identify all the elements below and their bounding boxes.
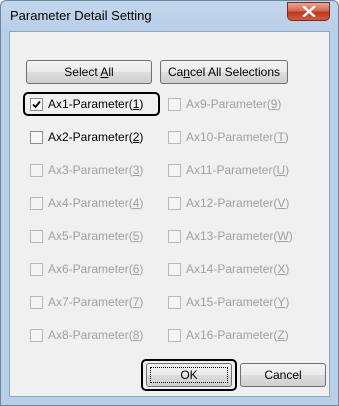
parameter-checkbox — [168, 164, 181, 177]
parameter-label: Ax8-Parameter(8) — [48, 328, 144, 342]
parameter-checkbox — [168, 131, 181, 144]
parameter-checkbox — [168, 197, 181, 210]
parameter-label: Ax1-Parameter(1) — [48, 97, 144, 111]
parameter-label: Ax13-Parameter(W) — [186, 229, 293, 243]
title-bar[interactable]: Parameter Detail Setting — [1, 1, 338, 30]
checkmark-icon — [32, 100, 41, 109]
parameter-checkbox — [30, 230, 43, 243]
parameter-label: Ax11-Parameter(U) — [186, 163, 290, 177]
cancel-label: Cancel — [264, 368, 302, 382]
parameter-label: Ax5-Parameter(5) — [48, 229, 144, 243]
parameter-label: Ax6-Parameter(6) — [48, 262, 144, 276]
parameter-checkbox — [168, 296, 181, 309]
dialog-body: Select All Cancel All Selections Ax1-Par… — [9, 31, 330, 397]
cancel-button[interactable]: Cancel — [240, 363, 326, 387]
parameter-checkbox — [30, 263, 43, 276]
cancel-all-label-pre: Ca — [167, 65, 184, 79]
parameter-checkbox — [30, 296, 43, 309]
close-icon — [302, 6, 316, 17]
cancel-all-selections-button[interactable]: Cancel All Selections — [160, 60, 288, 84]
parameter-label: Ax7-Parameter(7) — [48, 295, 144, 309]
cancel-all-label-post: cel All Selections — [189, 65, 281, 79]
parameter-label: Ax2-Parameter(2) — [48, 130, 144, 144]
select-all-label-post: ll — [108, 65, 114, 79]
parameter-label: Ax4-Parameter(4) — [48, 196, 144, 210]
parameter-checkbox[interactable] — [30, 98, 43, 111]
select-all-label-pre: Select — [64, 65, 101, 79]
parameter-label: Ax3-Parameter(3) — [48, 163, 144, 177]
parameter-label: Ax9-Parameter(9) — [186, 97, 282, 111]
window-title: Parameter Detail Setting — [10, 8, 152, 23]
focus-indicator — [150, 367, 228, 383]
parameter-label: Ax14-Parameter(X) — [186, 262, 290, 276]
parameter-label: Ax15-Parameter(Y) — [186, 295, 290, 309]
parameter-checkbox — [30, 329, 43, 342]
select-all-button[interactable]: Select All — [26, 60, 152, 84]
parameter-checkbox — [30, 197, 43, 210]
parameter-checkbox — [168, 98, 181, 111]
parameter-checkbox — [168, 263, 181, 276]
parameter-label: Ax16-Parameter(Z) — [186, 328, 289, 342]
parameter-checkbox[interactable] — [30, 131, 43, 144]
cancel-all-mnemonic: n — [183, 65, 190, 79]
parameter-checkbox — [168, 329, 181, 342]
parameter-checkbox — [168, 230, 181, 243]
parameter-label: Ax12-Parameter(V) — [186, 196, 290, 210]
parameter-checkbox — [30, 164, 43, 177]
parameter-label: Ax10-Parameter(T) — [186, 130, 289, 144]
close-button[interactable] — [287, 2, 330, 21]
dialog-window: Parameter Detail Setting Select All Canc… — [0, 0, 339, 406]
ok-button[interactable]: OK — [146, 363, 232, 387]
